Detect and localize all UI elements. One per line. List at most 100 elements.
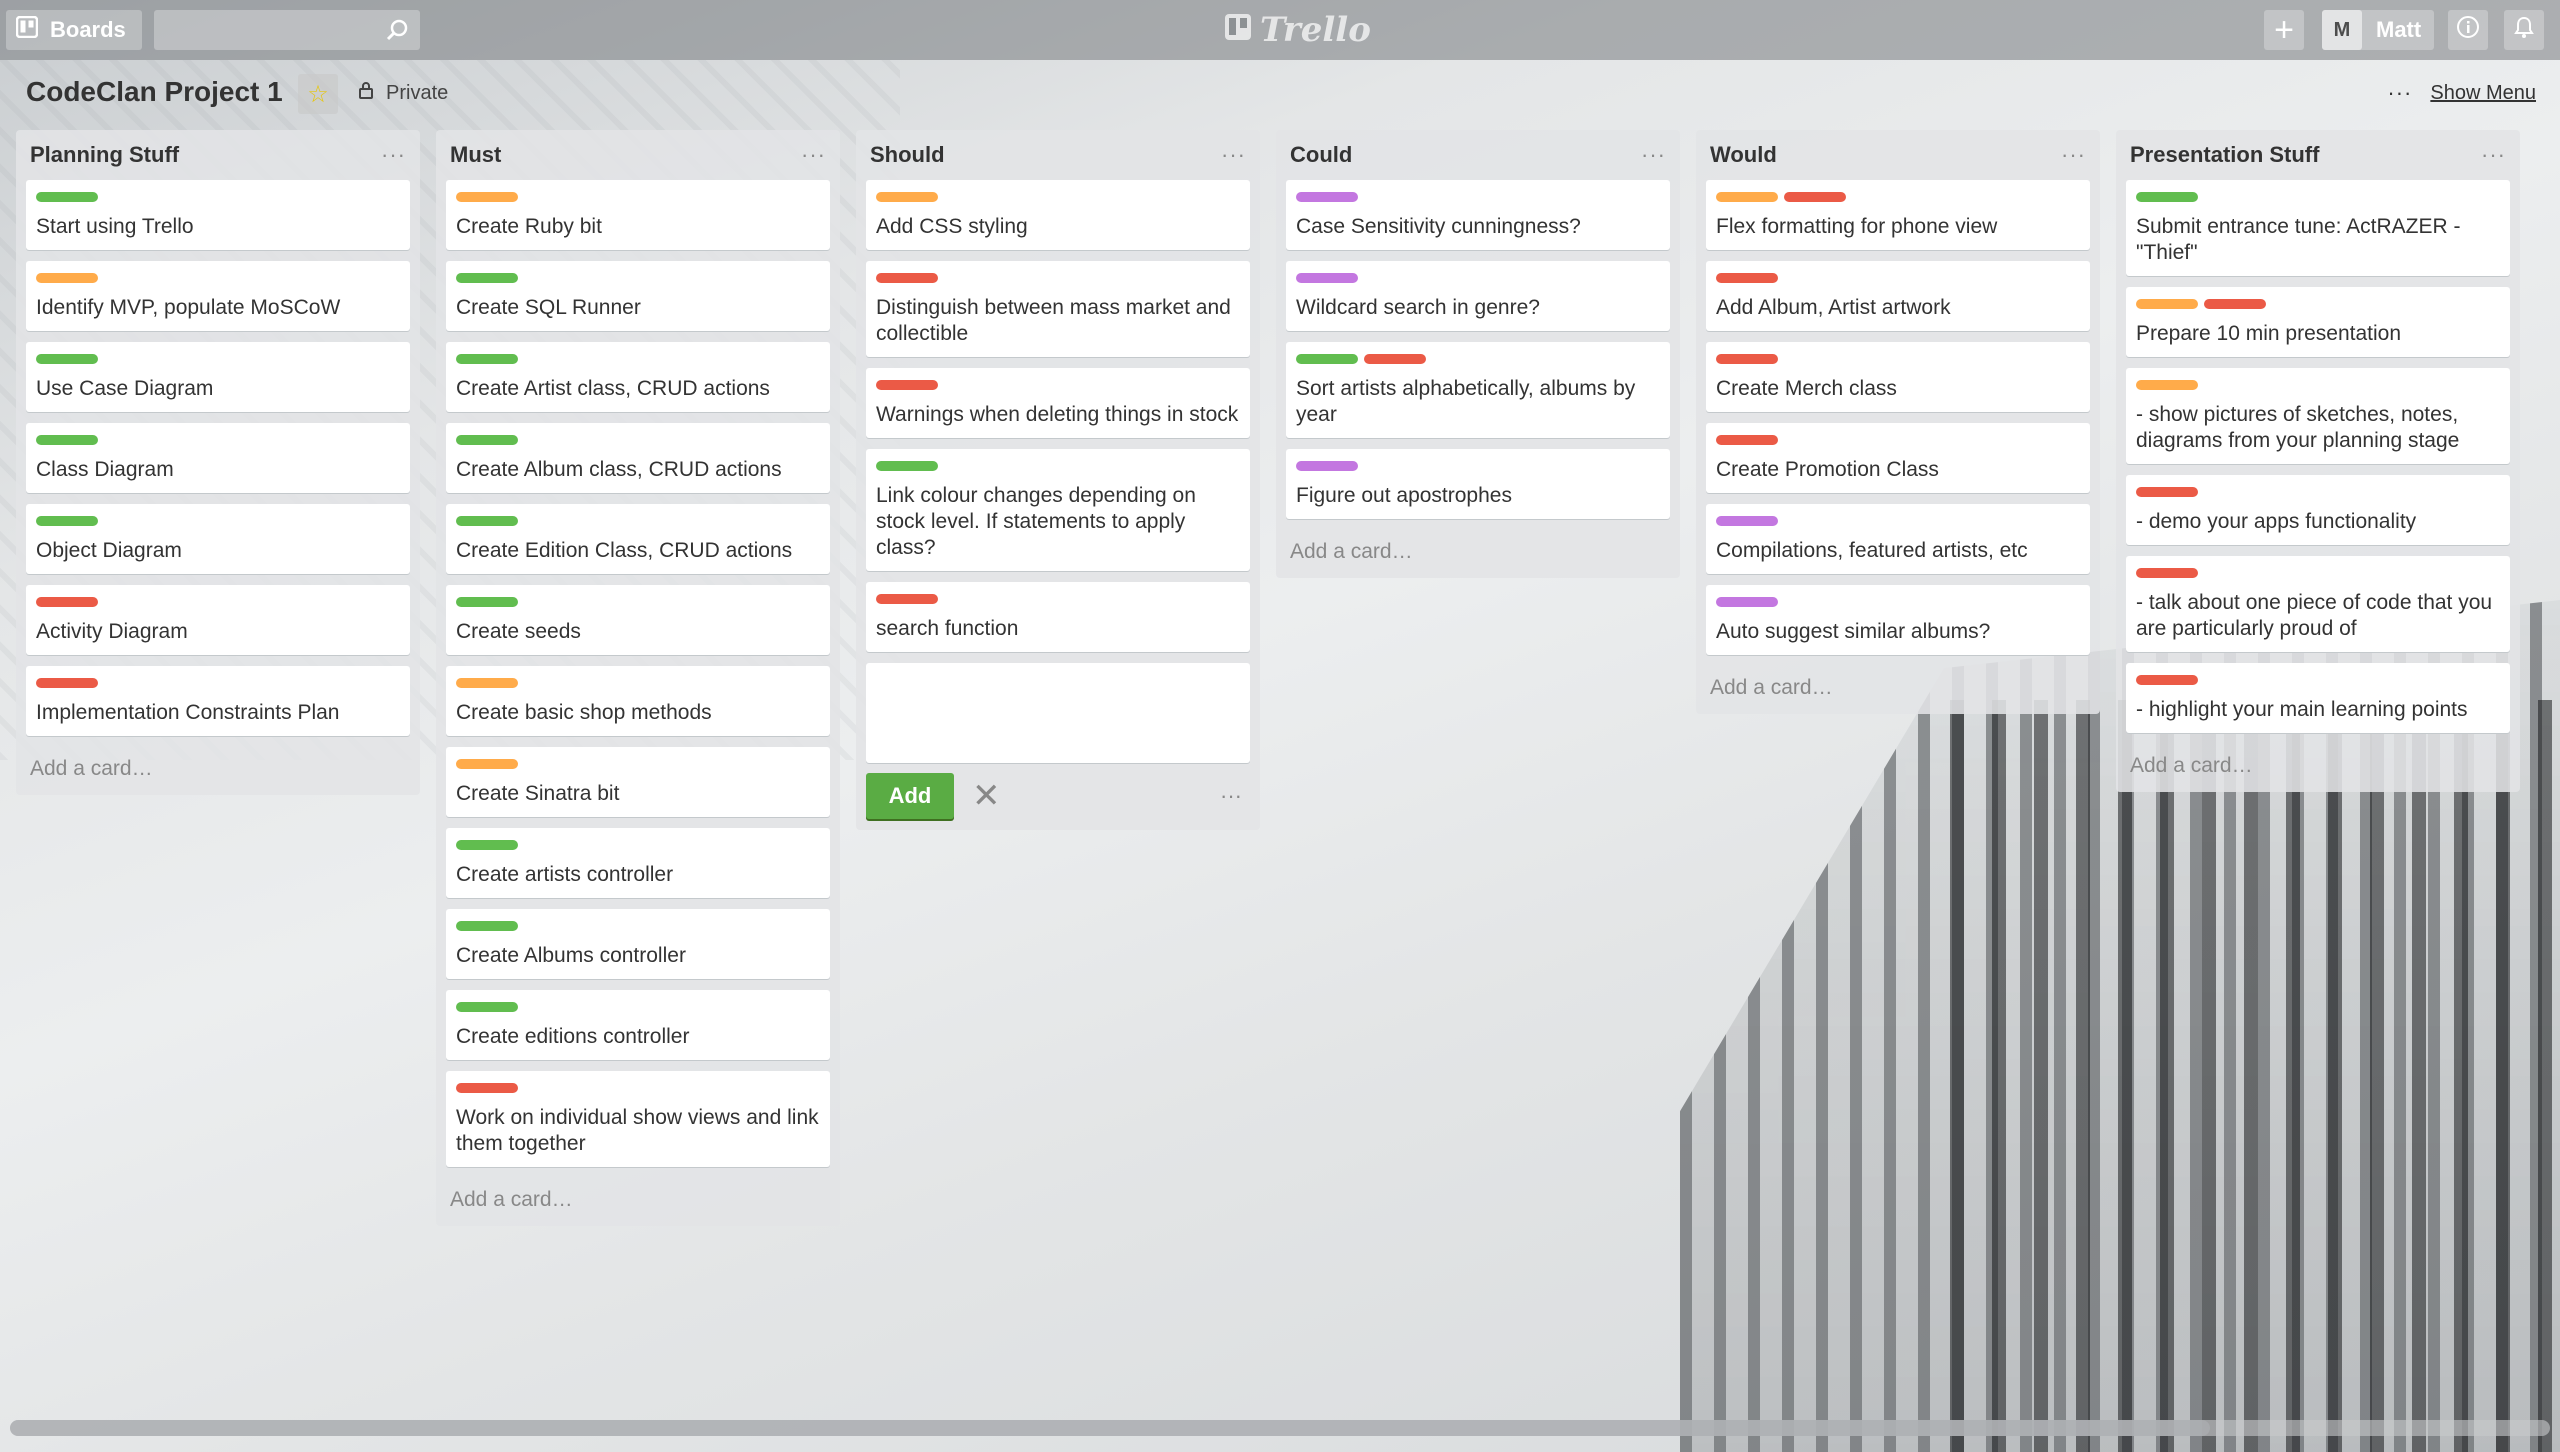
card[interactable]: Create editions controller	[446, 990, 830, 1060]
card[interactable]: Add Album, Artist artwork	[1706, 261, 2090, 331]
card-labels	[456, 354, 820, 364]
card[interactable]: Create Promotion Class	[1706, 423, 2090, 493]
add-card-button[interactable]: Add a card…	[1286, 530, 1670, 570]
add-card-button[interactable]: Add a card…	[446, 1178, 830, 1218]
card[interactable]: Create SQL Runner	[446, 261, 830, 331]
add-card-button[interactable]: Add a card…	[2126, 744, 2510, 784]
card[interactable]: Create Ruby bit	[446, 180, 830, 250]
list-menu-icon[interactable]: ···	[1221, 142, 1246, 168]
add-card-button[interactable]: Add a card…	[1706, 666, 2090, 706]
list-title[interactable]: Must	[450, 142, 501, 168]
card-labels	[1716, 516, 2080, 526]
card[interactable]: Distinguish between mass market and coll…	[866, 261, 1250, 357]
card[interactable]: Wildcard search in genre?	[1286, 261, 1670, 331]
card[interactable]: Warnings when deleting things in stock	[866, 368, 1250, 438]
label-purple	[1716, 597, 1778, 607]
star-icon: ☆	[307, 80, 329, 108]
card[interactable]: Sort artists alphabetically, albums by y…	[1286, 342, 1670, 438]
label-red	[1716, 354, 1778, 364]
label-green	[456, 597, 518, 607]
trello-logo-text: Trello	[1260, 10, 1371, 50]
card-labels	[1716, 597, 2080, 607]
card[interactable]: Figure out apostrophes	[1286, 449, 1670, 519]
list-header: Planning Stuff ···	[26, 130, 410, 180]
card[interactable]: Use Case Diagram	[26, 342, 410, 412]
scrollbar-thumb[interactable]	[10, 1420, 2210, 1436]
info-button[interactable]	[2448, 10, 2488, 50]
card[interactable]: Create Artist class, CRUD actions	[446, 342, 830, 412]
list-could: Could ··· Case Sensitivity cunningness? W…	[1276, 130, 1680, 578]
card[interactable]: Prepare 10 min presentation	[2126, 287, 2510, 357]
star-button[interactable]: ☆	[298, 74, 338, 114]
label-green	[456, 435, 518, 445]
card[interactable]: - show pictures of sketches, notes, diag…	[2126, 368, 2510, 464]
new-card-textarea[interactable]	[866, 663, 1250, 763]
list-title[interactable]: Presentation Stuff	[2130, 142, 2319, 168]
add-button-confirm[interactable]: Add	[866, 773, 954, 819]
search-input[interactable]	[154, 10, 420, 50]
card[interactable]: Start using Trello	[26, 180, 410, 250]
card[interactable]: Implementation Constraints Plan	[26, 666, 410, 736]
label-orange	[456, 192, 518, 202]
list-title[interactable]: Would	[1710, 142, 1777, 168]
search-icon[interactable]	[386, 18, 410, 47]
add-button[interactable]: +	[2264, 10, 2304, 50]
card[interactable]: Create basic shop methods	[446, 666, 830, 736]
boards-button[interactable]: Boards	[6, 10, 142, 50]
show-menu-link[interactable]: ··· Show Menu	[2387, 80, 2536, 106]
card[interactable]: Create artists controller	[446, 828, 830, 898]
card[interactable]: Object Diagram	[26, 504, 410, 574]
card-labels	[456, 678, 820, 688]
list-title[interactable]: Should	[870, 142, 945, 168]
list-menu-icon[interactable]: ···	[381, 142, 406, 168]
card-list: Case Sensitivity cunningness? Wildcard se…	[1286, 180, 1670, 519]
list-title[interactable]: Could	[1290, 142, 1352, 168]
card[interactable]: Create seeds	[446, 585, 830, 655]
card[interactable]: Create Edition Class, CRUD actions	[446, 504, 830, 574]
card[interactable]: search function	[866, 582, 1250, 652]
list-menu-icon[interactable]: ···	[801, 142, 826, 168]
card[interactable]: Activity Diagram	[26, 585, 410, 655]
card[interactable]: - highlight your main learning points	[2126, 663, 2510, 733]
card[interactable]: Class Diagram	[26, 423, 410, 493]
close-icon[interactable]: ✕	[972, 779, 1001, 813]
card[interactable]: Compilations, featured artists, etc	[1706, 504, 2090, 574]
card[interactable]: - talk about one piece of code that you …	[2126, 556, 2510, 652]
card[interactable]: Add CSS styling	[866, 180, 1250, 250]
card-labels	[36, 597, 400, 607]
card-title: Create Ruby bit	[456, 215, 602, 238]
card[interactable]: Flex formatting for phone view	[1706, 180, 2090, 250]
user-menu-button[interactable]: M Matt	[2322, 10, 2434, 50]
card[interactable]: Create Albums controller	[446, 909, 830, 979]
boards-icon	[15, 15, 39, 44]
card[interactable]: Create Sinatra bit	[446, 747, 830, 817]
list-title[interactable]: Planning Stuff	[30, 142, 179, 168]
card[interactable]: Link colour changes depending on stock l…	[866, 449, 1250, 571]
trello-logo[interactable]: Trello	[1224, 10, 1371, 50]
card-title: Implementation Constraints Plan	[36, 701, 340, 724]
list-menu-icon[interactable]: ···	[2061, 142, 2086, 168]
card-labels	[456, 1083, 820, 1093]
card[interactable]: Case Sensitivity cunningness?	[1286, 180, 1670, 250]
list-menu-icon[interactable]: ···	[1641, 142, 1666, 168]
visibility-button[interactable]: Private	[358, 80, 448, 106]
list-menu-icon[interactable]: ···	[2481, 142, 2506, 168]
card-labels	[876, 461, 1240, 471]
card[interactable]: Work on individual show views and link t…	[446, 1071, 830, 1167]
card[interactable]: Auto suggest similar albums?	[1706, 585, 2090, 655]
card[interactable]: Submit entrance tune: ActRAZER - "Thief"	[2126, 180, 2510, 276]
add-card-button[interactable]: Add a card…	[26, 747, 410, 787]
list-header: Should ···	[866, 130, 1250, 180]
notifications-button[interactable]	[2504, 10, 2544, 50]
card[interactable]: Create Merch class	[1706, 342, 2090, 412]
horizontal-scrollbar[interactable]	[10, 1420, 2550, 1436]
card[interactable]: Create Album class, CRUD actions	[446, 423, 830, 493]
card-title: Warnings when deleting things in stock	[876, 403, 1239, 426]
composer-options-icon[interactable]: ···	[1220, 783, 1242, 809]
card[interactable]: Identify MVP, populate MoSCoW	[26, 261, 410, 331]
background-building-columns	[1950, 700, 2560, 1452]
card[interactable]: - demo your apps functionality	[2126, 475, 2510, 545]
card-title: Create Merch class	[1716, 377, 1897, 400]
board-title[interactable]: CodeClan Project 1	[26, 76, 283, 108]
label-purple	[1296, 192, 1358, 202]
